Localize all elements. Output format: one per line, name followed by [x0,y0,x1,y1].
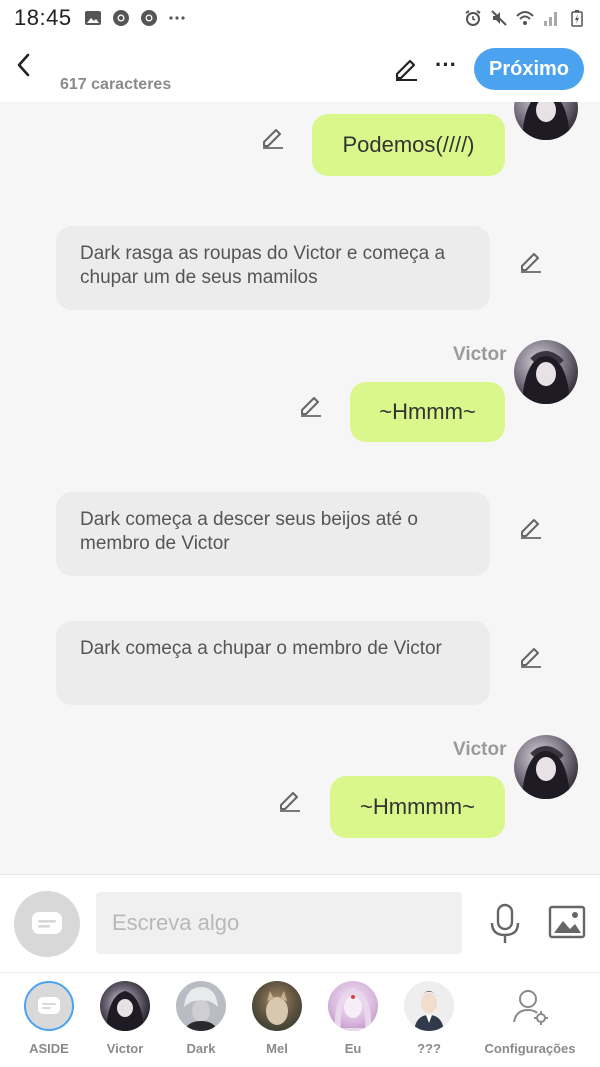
tab-settings[interactable]: Configurações [484,981,576,1056]
avatar-mel [252,981,302,1031]
tab-victor[interactable]: Victor [87,981,163,1056]
avatar-victor [100,981,150,1031]
signal-icon [544,12,557,26]
tab-aside[interactable]: ASIDE [11,981,87,1056]
chrome-icon [112,10,129,26]
more-options-button[interactable]: ··· [432,54,460,82]
avatar-unknown [404,981,454,1031]
message-bubble-left[interactable]: Dark rasga as roupas do Victor e começa … [56,226,490,310]
message-bubble-right[interactable]: Podemos(////) [312,114,505,176]
message-text: Dark começa a descer seus beijos até o m… [80,509,418,554]
chat-area[interactable]: Podemos(////) Dark rasga as roupas do Vi… [0,102,600,874]
tab-unknown[interactable]: ??? [391,981,467,1056]
editor-header: 617 caracteres ··· Próximo [0,36,600,102]
message-bubble-left[interactable]: Dark começa a descer seus beijos até o m… [56,492,490,576]
edit-message-icon[interactable] [277,787,303,813]
wifi-icon [516,11,534,25]
microphone-icon[interactable] [488,903,522,945]
message-text: Dark começa a chupar o membro de Victor [80,638,442,659]
status-left-icons [84,9,186,27]
message-bubble-right[interactable]: ~Hmmmm~ [330,776,505,838]
edit-message-icon[interactable] [518,514,544,540]
message-bubble-right[interactable]: ~Hmmm~ [350,382,505,442]
tab-label: Mel [266,1041,288,1056]
avatar-victor[interactable] [514,735,578,799]
tab-eu[interactable]: Eu [315,981,391,1056]
chat-bubble-icon [32,912,62,934]
edit-message-icon[interactable] [298,392,324,418]
chevron-left-icon [17,53,30,77]
chrome-icon [140,10,157,26]
more-horizontal-icon [168,16,185,20]
edit-message-icon[interactable] [518,643,544,669]
tab-label: ASIDE [29,1041,69,1056]
back-button[interactable] [10,50,36,80]
avatar-dark [176,981,226,1031]
image-icon [84,11,101,25]
battery-charging-icon [571,10,583,27]
edit-message-icon[interactable] [260,124,286,150]
image-upload-icon[interactable] [548,903,586,941]
message-text: Dark rasga as roupas do Victor e começa … [80,243,446,288]
avatar-victor[interactable] [514,340,578,404]
status-right-icons [464,9,586,27]
avatar-eu [328,981,378,1031]
edit-message-icon[interactable] [518,248,544,274]
message-bubble-left[interactable]: Dark começa a chupar o membro de Victor [56,621,490,705]
speaker-name: Victor [453,344,507,365]
message-composer [0,874,600,972]
tab-label: Configurações [484,1041,576,1056]
tab-label: ??? [417,1041,441,1056]
status-bar: 18:45 [0,0,600,36]
message-text: ~Hmmm~ [379,399,476,424]
alarm-icon [465,10,481,26]
speaker-name: Victor [453,739,507,760]
settings-user-icon [505,981,555,1031]
tab-mel[interactable]: Mel [239,981,315,1056]
aside-icon [24,981,74,1031]
tab-label: Eu [344,1041,362,1056]
next-button[interactable]: Próximo [474,48,584,90]
character-tabs: ASIDE Victor Dark Mel Eu ??? Configuraçõ… [0,972,600,1067]
edit-pencil-icon[interactable] [392,54,420,82]
aside-toggle-button[interactable] [14,891,80,957]
message-text: ~Hmmmm~ [360,794,475,819]
tab-label: Dark [186,1041,216,1056]
avatar-victor[interactable] [514,102,578,140]
tab-dark[interactable]: Dark [163,981,239,1056]
message-text: Podemos(////) [342,132,475,157]
message-input[interactable] [96,892,462,954]
character-count: 617 caracteres [60,76,172,93]
tab-label: Victor [106,1041,144,1056]
mute-icon [491,10,507,26]
status-time: 18:45 [14,5,72,30]
